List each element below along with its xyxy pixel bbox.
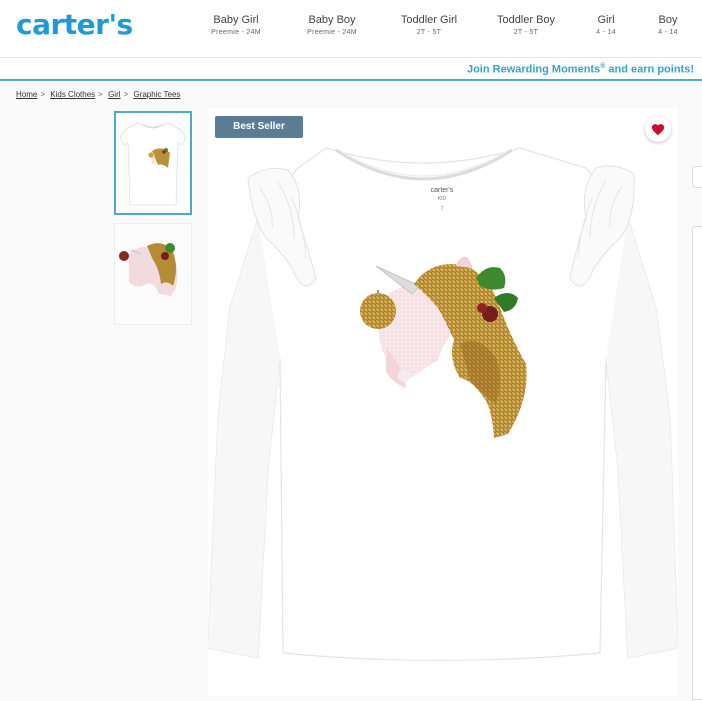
breadcrumb-home[interactable]: Home [16, 90, 37, 99]
svg-text:carter's: carter's [431, 187, 454, 194]
nav-sublabel: Preemie - 24M [211, 29, 261, 36]
promo-banner: Join Rewarding Moments® and earn points! [0, 59, 702, 81]
nav-label: Toddler Girl [400, 14, 458, 26]
nav-label: Girl [597, 14, 615, 26]
thumbnail-detail-image [115, 224, 191, 324]
nav-label: Baby Boy [308, 14, 356, 26]
nav-baby-girl[interactable]: Baby Girl Preemie - 24M [208, 14, 264, 36]
nav-girl[interactable]: Girl 4 - 14 [592, 14, 620, 36]
nav-label: Toddler Boy [496, 14, 556, 26]
nav-label: Boy [658, 14, 678, 26]
nav-sublabel: 4 - 14 [658, 29, 678, 36]
rewards-link[interactable]: Join Rewarding Moments® and earn points! [467, 63, 694, 76]
carters-logo[interactable]: carter's [16, 8, 133, 41]
side-widget-tab[interactable] [692, 166, 702, 188]
nav-baby-boy[interactable]: Baby Boy Preemie - 24M [304, 14, 360, 36]
nav-sublabel: 2T - 5T [416, 29, 442, 36]
svg-text:7: 7 [441, 206, 444, 212]
thumbnail-shirt-image [119, 122, 187, 206]
breadcrumb-graphic-tees[interactable]: Graphic Tees [133, 90, 180, 99]
nav-boy[interactable]: Boy 4 - 14 [654, 14, 682, 36]
shirt-illustration: carter's KID 7 [207, 147, 679, 662]
heart-icon [651, 123, 665, 135]
best-seller-badge: Best Seller [215, 116, 303, 138]
thumbnail-detail[interactable] [114, 223, 192, 325]
svg-text:KID: KID [438, 196, 447, 202]
product-main-image[interactable]: carter's KID 7 [207, 108, 679, 696]
nav-toddler-boy[interactable]: Toddler Boy 2T - 5T [496, 14, 556, 36]
nav-sublabel: 2T - 5T [513, 29, 539, 36]
breadcrumb-girl[interactable]: Girl [108, 90, 120, 99]
nav-sublabel: Preemie - 24M [307, 29, 357, 36]
favorite-button[interactable] [645, 116, 671, 142]
thumbnail-front[interactable] [114, 111, 192, 215]
nav-toddler-girl[interactable]: Toddler Girl 2T - 5T [400, 14, 458, 36]
site-header: carter's Baby Girl Preemie - 24M Baby Bo… [0, 0, 702, 58]
nav-label: Baby Girl [213, 14, 259, 26]
nav-sublabel: 4 - 14 [596, 29, 616, 36]
breadcrumb: Home > Kids Clothes > Girl > Graphic Tees [16, 90, 181, 99]
breadcrumb-kids-clothes[interactable]: Kids Clothes [50, 90, 95, 99]
product-details-panel [692, 226, 702, 700]
